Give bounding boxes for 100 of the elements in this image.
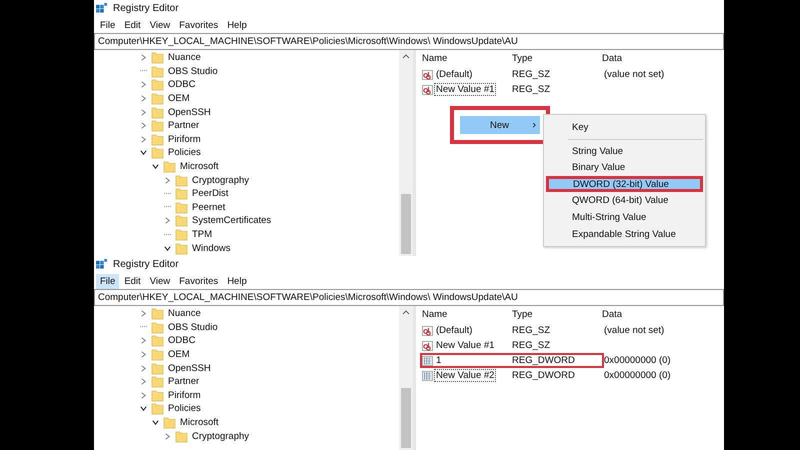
chevron-right-icon[interactable] xyxy=(140,310,147,318)
scrollbar-thumb[interactable] xyxy=(401,388,411,448)
column-header[interactable]: Data xyxy=(602,53,722,64)
menu-item[interactable]: Favorites xyxy=(175,274,222,288)
registry-editor-icon xyxy=(96,259,107,270)
menu-item[interactable]: Help xyxy=(223,18,251,32)
chevron-down-icon[interactable] xyxy=(152,163,159,170)
folder-icon xyxy=(151,106,164,119)
menu-item[interactable]: QWORD (64-bit) Value xyxy=(546,192,703,209)
value-name[interactable]: (Default) xyxy=(434,68,474,81)
tree-item[interactable]: Policies xyxy=(168,403,201,414)
scroll-up-icon[interactable] xyxy=(402,53,410,59)
chevron-right-icon[interactable] xyxy=(140,364,147,372)
value-type: REG_DWORD xyxy=(512,370,576,381)
tree-item[interactable]: OpenSSH xyxy=(168,362,211,374)
menu-item[interactable]: Edit xyxy=(120,274,145,288)
menu-item[interactable]: Favorites xyxy=(175,18,222,32)
chevron-right-icon[interactable] xyxy=(140,378,147,386)
chevron-right-icon[interactable] xyxy=(140,136,147,143)
chevron-right-icon[interactable] xyxy=(140,81,147,88)
tree-item[interactable]: Piriform xyxy=(168,134,201,145)
menu-item[interactable]: Multi-String Value xyxy=(546,208,703,226)
value-type: REG_SZ xyxy=(512,84,552,95)
folder-icon xyxy=(151,51,164,64)
chevron-right-icon[interactable] xyxy=(164,217,171,224)
menu-item[interactable]: File xyxy=(96,274,120,288)
folder-icon xyxy=(151,119,164,132)
address-bar[interactable]: Computer\HKEY_LOCAL_MACHINE\SOFTWARE\Policies\Microsoft\Windows\ WindowsUpdate\AU xyxy=(94,289,724,306)
menu-item[interactable]: String Value xyxy=(546,142,703,160)
column-header[interactable]: Type xyxy=(512,309,602,320)
tree-item[interactable]: Cryptography xyxy=(192,174,250,186)
chevron-right-icon[interactable] xyxy=(164,176,171,184)
tree-item[interactable]: OpenSSH xyxy=(168,106,211,118)
chevron-right-icon[interactable] xyxy=(140,108,147,116)
menu-item[interactable]: DWORD (32-bit) Value xyxy=(546,176,703,192)
folder-icon xyxy=(175,228,188,242)
value-name[interactable]: New Value #1 xyxy=(434,83,496,96)
chevron-right-icon[interactable] xyxy=(140,351,147,358)
value-name[interactable]: New Value #1 xyxy=(434,339,496,352)
value-type: REG_DWORD xyxy=(512,355,576,366)
chevron-down-icon[interactable] xyxy=(140,405,147,412)
tree-item[interactable]: Nuance xyxy=(168,52,201,64)
chevron-right-icon[interactable] xyxy=(140,392,147,399)
chevron-right-icon[interactable] xyxy=(140,54,147,62)
chevron-down-icon[interactable] xyxy=(164,244,171,252)
menu-item[interactable]: View xyxy=(146,18,174,32)
scrollbar[interactable] xyxy=(399,50,413,256)
menu-item[interactable]: Binary Value xyxy=(546,159,703,176)
tree-item[interactable]: Microsoft xyxy=(180,417,219,428)
value-name[interactable]: (Default) xyxy=(434,324,474,337)
tree-item[interactable]: ODBC xyxy=(168,79,196,90)
menu-item[interactable]: Expandable String Value xyxy=(546,226,703,242)
menu-item[interactable]: Key xyxy=(546,119,703,136)
folder-icon xyxy=(163,416,176,430)
tree-item[interactable]: Cryptography xyxy=(192,430,250,442)
scroll-up-icon[interactable] xyxy=(402,309,410,315)
tree-item[interactable]: Peernet xyxy=(192,202,226,213)
scrollbar[interactable] xyxy=(399,306,413,450)
tree-item[interactable]: Piriform xyxy=(168,390,201,401)
tree-item[interactable]: OBS Studio xyxy=(168,66,218,77)
tree-item[interactable]: Microsoft xyxy=(180,161,219,172)
menu-item[interactable]: File xyxy=(96,18,120,32)
chevron-right-icon[interactable] xyxy=(140,95,147,102)
chevron-down-icon[interactable] xyxy=(152,419,159,426)
value-name[interactable]: New Value #2 xyxy=(434,369,496,382)
string-value-icon xyxy=(422,340,433,350)
menu-item[interactable]: View xyxy=(146,274,174,288)
tree-item[interactable]: Nuance xyxy=(168,308,201,320)
column-header[interactable]: Data xyxy=(602,309,722,320)
value-type: REG_SZ xyxy=(512,69,552,80)
tree-item[interactable]: ODBC xyxy=(168,335,196,346)
tree-item[interactable]: Windows xyxy=(192,242,231,254)
menu-item[interactable]: Help xyxy=(223,274,251,288)
tree-item[interactable]: SystemCertificates xyxy=(192,215,272,226)
column-header[interactable]: Type xyxy=(512,53,602,64)
value-data: (value not set) xyxy=(604,325,666,336)
folder-icon xyxy=(151,92,164,106)
column-header[interactable]: Name xyxy=(422,53,512,64)
chevron-right-icon[interactable] xyxy=(140,337,147,344)
value-name[interactable]: 1 xyxy=(434,354,444,367)
tree-item[interactable]: PeerDist xyxy=(192,188,228,200)
scrollbar-thumb[interactable] xyxy=(401,194,411,254)
menu-item[interactable]: Edit xyxy=(120,18,145,32)
folder-icon xyxy=(175,174,188,187)
folder-icon xyxy=(151,132,164,146)
tree-item[interactable]: Policies xyxy=(168,147,201,158)
tree-item[interactable]: OEM xyxy=(168,349,190,360)
chevron-right-icon[interactable] xyxy=(140,122,147,130)
tree-item[interactable]: OEM xyxy=(168,93,190,104)
menu-item[interactable]: New › xyxy=(460,116,540,134)
chevron-down-icon[interactable] xyxy=(140,149,147,156)
chevron-right-icon[interactable] xyxy=(164,432,171,440)
tree-item[interactable]: OBS Studio xyxy=(168,322,218,333)
tree-item[interactable]: Partner xyxy=(168,120,200,132)
tree-item[interactable]: TPM xyxy=(192,229,212,240)
folder-icon xyxy=(151,388,164,402)
address-bar[interactable]: Computer\HKEY_LOCAL_MACHINE\SOFTWARE\Policies\Microsoft\Windows\ WindowsUpdate\AU xyxy=(94,33,724,50)
column-header[interactable]: Name xyxy=(422,309,512,320)
tree-item[interactable]: Partner xyxy=(168,376,200,388)
string-value-icon xyxy=(422,70,433,80)
